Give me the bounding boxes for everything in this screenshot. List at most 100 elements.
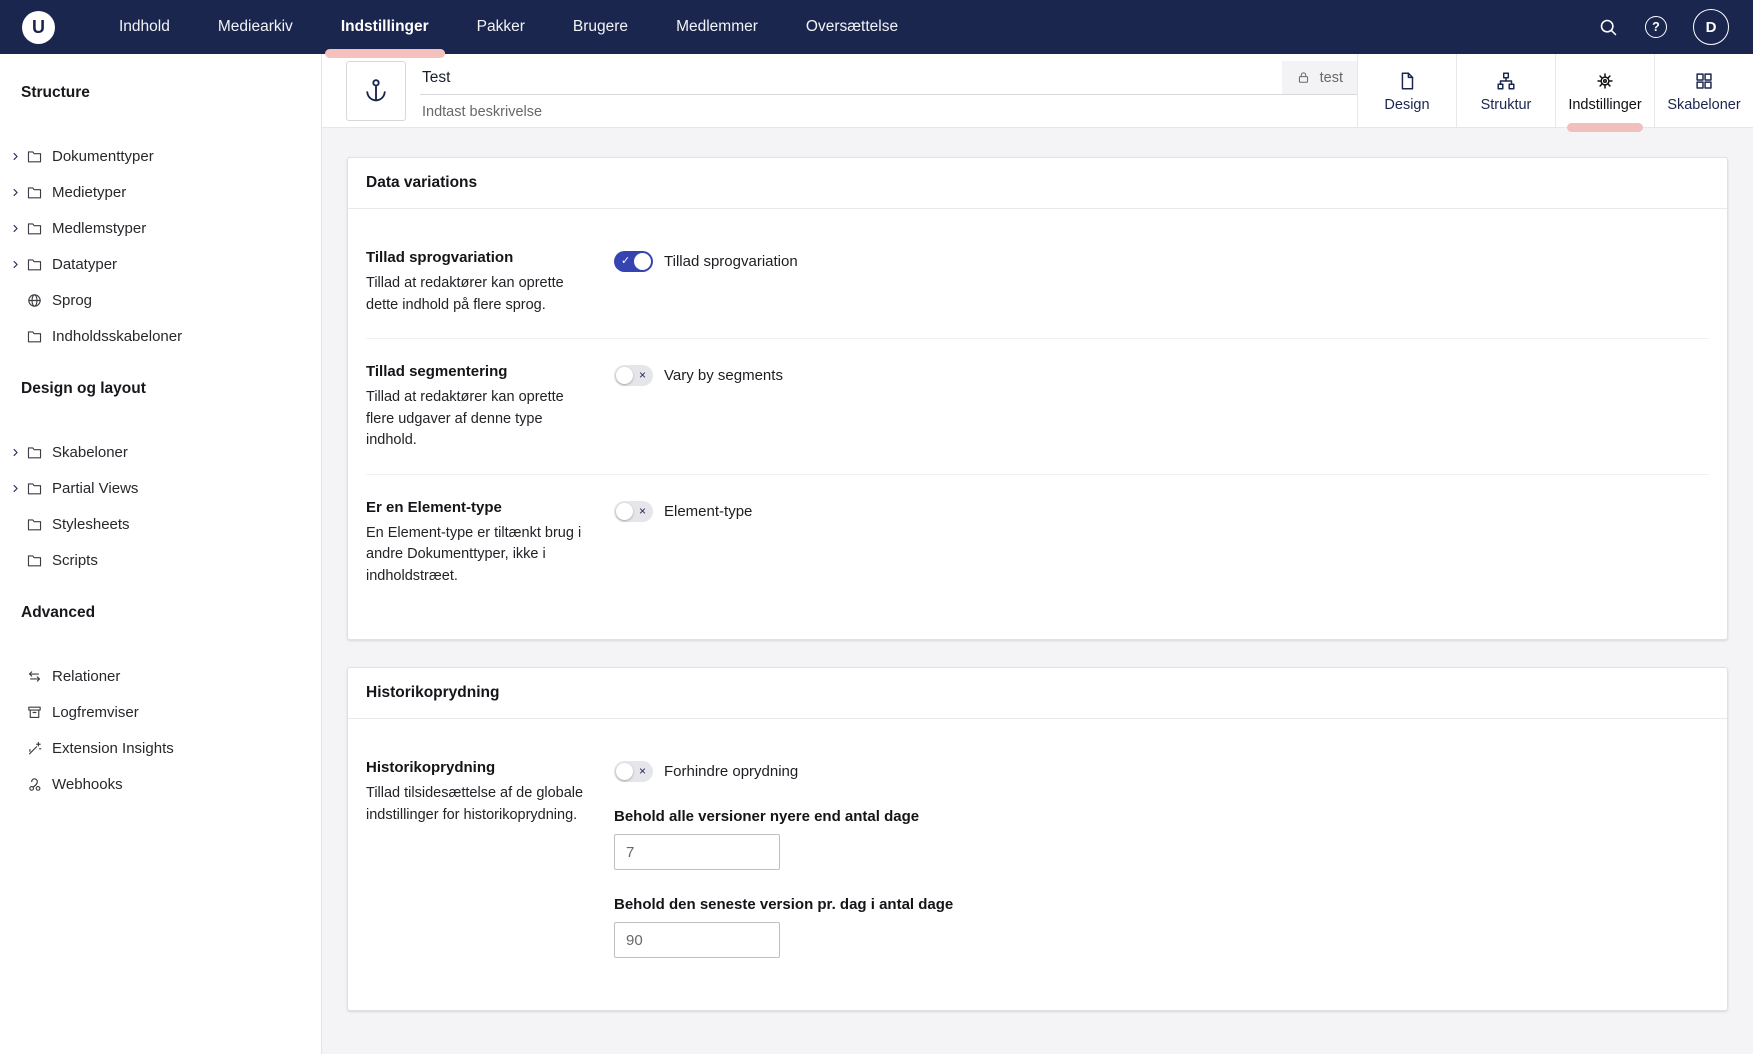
property-label: Historikoprydning <box>366 759 584 776</box>
wand-icon <box>26 740 44 757</box>
folder-icon <box>26 480 44 497</box>
topnav-item-medlemmer[interactable]: Medlemmer <box>652 0 782 54</box>
chevron-right-icon[interactable] <box>7 151 23 162</box>
sidebar-item-label: Dokumenttyper <box>52 148 154 165</box>
chevron-right-icon[interactable] <box>7 259 23 270</box>
tab-label: Design <box>1384 97 1429 113</box>
tab-struktur[interactable]: Struktur <box>1456 54 1555 128</box>
sidebar-item-sprog[interactable]: Sprog <box>7 282 311 318</box>
sidebar-item-label: Skabeloner <box>52 444 128 461</box>
sidebar-item-relationer[interactable]: Relationer <box>7 658 311 694</box>
folder-icon <box>26 444 44 461</box>
search-icon[interactable] <box>1598 17 1619 38</box>
topnav-item-pakker[interactable]: Pakker <box>453 0 549 54</box>
sidebar-item-indholdsskabeloner[interactable]: Indholdsskabeloner <box>7 318 311 354</box>
chevron-right-icon[interactable] <box>7 187 23 198</box>
topnav-item-mediearkiv[interactable]: Mediearkiv <box>194 0 317 54</box>
folder-icon <box>26 220 44 237</box>
topnav-item-label: Indstillinger <box>341 18 429 35</box>
alias-lock-badge[interactable]: test <box>1282 61 1357 94</box>
tab-indstillinger[interactable]: Indstillinger <box>1555 54 1654 128</box>
sidebar-item-label: Logfremviser <box>52 704 139 721</box>
chevron-right-icon[interactable] <box>7 447 23 458</box>
topnav-item-brugere[interactable]: Brugere <box>549 0 652 54</box>
toggle-knob <box>616 367 633 384</box>
toggle-knob <box>616 503 633 520</box>
sidebar-item-webhooks[interactable]: Webhooks <box>7 766 311 802</box>
document-type-editor-header: test Design Struktur Indstillinger <box>322 54 1753 128</box>
check-icon: ✓ <box>621 251 630 272</box>
umbraco-logo[interactable]: U <box>22 11 55 44</box>
sidebar-item-dokumenttyper[interactable]: Dokumenttyper <box>7 138 311 174</box>
sidebar-section-structure: Structure Dokumenttyper Medietyper Medle… <box>7 84 311 354</box>
property-description: En Element-type er tiltænkt brug i andre… <box>366 523 584 588</box>
section-heading: Structure <box>21 84 311 102</box>
property-row-sprogvariation: Tillad sprogvariation Tillad at redaktør… <box>366 225 1709 339</box>
prevent-cleanup-toggle[interactable]: × <box>614 761 653 782</box>
keep-all-versions-input[interactable] <box>614 834 780 870</box>
sidebar-item-label: Extension Insights <box>52 740 174 757</box>
segment-variation-toggle[interactable]: × <box>614 365 653 386</box>
name-input[interactable] <box>420 61 1282 94</box>
folder-icon <box>26 148 44 165</box>
chevron-right-icon[interactable] <box>7 223 23 234</box>
sidebar-item-medlemstyper[interactable]: Medlemstyper <box>7 210 311 246</box>
card-data-variations: Data variations Tillad sprogvariation Ti… <box>347 157 1728 640</box>
toggle-label: Element-type <box>664 503 752 520</box>
swap-arrows-icon <box>26 668 44 685</box>
topbar-actions: ? D <box>1598 9 1729 45</box>
x-icon: × <box>639 501 646 522</box>
description-input[interactable] <box>420 95 1357 120</box>
property-description: Tillad at redaktører kan oprette flere u… <box>366 387 584 452</box>
x-icon: × <box>639 761 646 782</box>
sidebar-section-advanced: Advanced Relationer Logfremviser Extensi… <box>7 604 311 802</box>
language-variation-toggle[interactable]: ✓ <box>614 251 653 272</box>
sidebar-item-stylesheets[interactable]: Stylesheets <box>7 506 311 542</box>
tab-design[interactable]: Design <box>1357 54 1456 128</box>
x-icon: × <box>639 365 646 386</box>
toggle-label: Vary by segments <box>664 367 783 384</box>
lock-icon <box>1296 70 1311 85</box>
property-row-historikoprydning: Historikoprydning Tillad tilsidesættelse… <box>366 735 1709 980</box>
sidebar-item-scripts[interactable]: Scripts <box>7 542 311 578</box>
help-icon[interactable]: ? <box>1645 16 1667 38</box>
topnav-item-indhold[interactable]: Indhold <box>95 0 194 54</box>
sidebar-item-label: Partial Views <box>52 480 138 497</box>
sidebar-item-medietyper[interactable]: Medietyper <box>7 174 311 210</box>
folder-icon <box>26 552 44 569</box>
property-description: Tillad tilsidesættelse af de globale ind… <box>366 783 584 826</box>
tab-label: Struktur <box>1481 97 1532 113</box>
webhook-icon <box>26 776 44 793</box>
sidebar-item-skabeloner[interactable]: Skabeloner <box>7 434 311 470</box>
sidebar-item-logfremviser[interactable]: Logfremviser <box>7 694 311 730</box>
sidebar-item-partial-views[interactable]: Partial Views <box>7 470 311 506</box>
section-heading: Advanced <box>21 604 311 622</box>
property-row-element-type: Er en Element-type En Element-type er ti… <box>366 475 1709 610</box>
user-avatar[interactable]: D <box>1693 9 1729 45</box>
document-icon <box>1396 70 1418 92</box>
settings-content: Data variations Tillad sprogvariation Ti… <box>322 128 1753 1054</box>
sidebar-item-label: Stylesheets <box>52 516 130 533</box>
property-description: Tillad at redaktører kan oprette dette i… <box>366 273 584 316</box>
topnav-item-indstillinger[interactable]: Indstillinger <box>317 0 453 54</box>
toggle-label: Forhindre oprydning <box>664 763 798 780</box>
sidebar-item-datatyper[interactable]: Datatyper <box>7 246 311 282</box>
chevron-right-icon[interactable] <box>7 483 23 494</box>
editor-tabs: Design Struktur Indstillinger Skabeloner <box>1357 54 1753 128</box>
toggle-knob <box>634 253 651 270</box>
folder-icon <box>26 328 44 345</box>
element-type-toggle[interactable]: × <box>614 501 653 522</box>
document-type-icon-picker[interactable] <box>346 61 406 121</box>
card-title: Data variations <box>348 158 1727 209</box>
toggle-label: Tillad sprogvariation <box>664 253 798 270</box>
sidebar-item-extension-insights[interactable]: Extension Insights <box>7 730 311 766</box>
topnav-item-oversaettelse[interactable]: Oversættelse <box>782 0 922 54</box>
tab-skabeloner[interactable]: Skabeloner <box>1654 54 1753 128</box>
sidebar-item-label: Datatyper <box>52 256 117 273</box>
active-nav-underline <box>325 49 445 58</box>
keep-latest-version-input[interactable] <box>614 922 780 958</box>
folder-icon <box>26 256 44 273</box>
sidebar-item-label: Medietyper <box>52 184 126 201</box>
top-navigation: Indhold Mediearkiv Indstillinger Pakker … <box>95 0 922 54</box>
grid-icon <box>1693 70 1715 92</box>
